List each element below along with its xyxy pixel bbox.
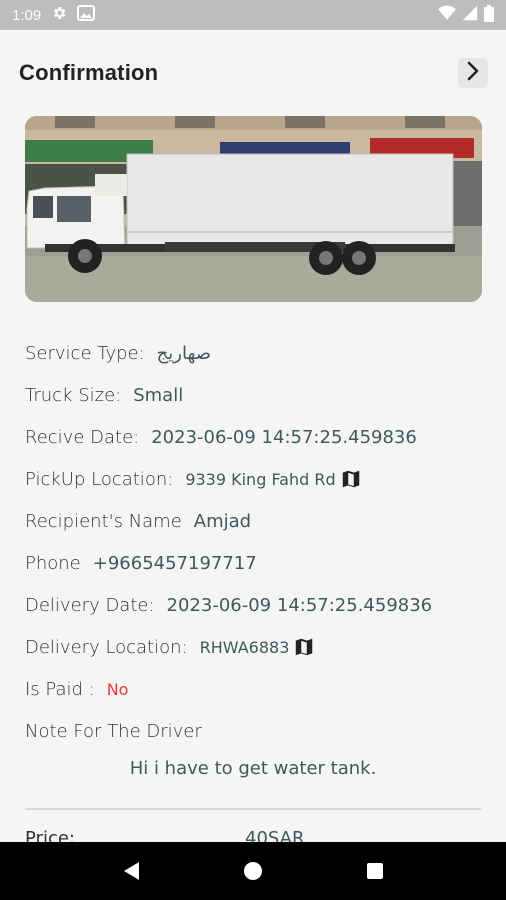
phone-value: +9665457197717 [92, 552, 257, 574]
service-type-value: صهاريج [156, 342, 212, 364]
pickup-location-row: PickUp Location: 9339 King Fahd Rd [25, 458, 481, 500]
recents-button[interactable] [355, 851, 395, 891]
is-paid-label: Is Paid : [25, 678, 95, 700]
service-type-row: Service Type: صهاريج [25, 332, 481, 374]
delivery-date-row: Delivery Date: 2023-06-09 14:57:25.45983… [25, 584, 481, 626]
phone-row: Phone +9665457197717 [25, 542, 481, 584]
delivery-date-value: 2023-06-09 14:57:25.459836 [166, 594, 433, 616]
receive-date-value: 2023-06-09 14:57:25.459836 [151, 426, 417, 448]
price-value: 40SAR [245, 828, 305, 842]
status-bar: 1:09 [0, 0, 506, 30]
divider [25, 808, 481, 810]
truck-size-value: Small [133, 384, 184, 406]
order-details: Service Type: صهاريج Truck Size: Small R… [25, 332, 481, 780]
page-title: Confirmation [19, 60, 159, 85]
status-time: 1:09 [12, 6, 42, 24]
delivery-location-row: Delivery Location: RHWA6883 [25, 626, 481, 668]
truck-image [25, 116, 482, 302]
home-button[interactable] [233, 851, 273, 891]
gallery-icon [77, 5, 96, 25]
recipient-name-label: Recipient's Name [25, 510, 182, 532]
back-icon [124, 862, 139, 880]
settings-icon [51, 5, 67, 25]
delivery-location-value: RHWA6883 [199, 637, 290, 657]
system-nav-bar [0, 842, 506, 900]
battery-icon [484, 4, 494, 26]
recipient-name-row: Recipient's Name Amjad [25, 500, 481, 542]
driver-note: Hi i have to get water tank. [129, 758, 377, 779]
pickup-location-label: PickUp Location: [25, 468, 174, 490]
wifi-icon [438, 5, 456, 25]
map-icon[interactable] [340, 468, 362, 490]
home-icon [244, 862, 262, 880]
delivery-date-label: Delivery Date: [25, 594, 155, 616]
phone-label: Phone [25, 552, 81, 574]
is-paid-value: No [106, 679, 129, 699]
chevron-right-icon [465, 61, 481, 86]
confirmation-page: Confirmation Service Type: صهاريج Truck … [0, 30, 506, 842]
delivery-location-label: Delivery Location: [25, 636, 188, 658]
receive-date-label: Recive Date: [25, 426, 140, 448]
back-button[interactable] [111, 851, 151, 891]
is-paid-row: Is Paid : No [25, 668, 481, 710]
truck-size-row: Truck Size: Small [25, 374, 481, 416]
price-label: Price: [25, 828, 75, 842]
receive-date-row: Recive Date: 2023-06-09 14:57:25.459836 [25, 416, 481, 458]
truck-size-label: Truck Size: [25, 384, 122, 406]
note-row: Note For The Driver [25, 710, 481, 752]
recipient-name-value: Amjad [193, 510, 252, 532]
recents-icon [367, 863, 383, 879]
service-type-label: Service Type: [25, 342, 145, 364]
next-button[interactable] [458, 58, 488, 88]
header: Confirmation [19, 57, 488, 89]
map-icon[interactable] [293, 636, 315, 658]
signal-icon [462, 5, 478, 25]
pickup-location-value: 9339 King Fahd Rd [185, 469, 336, 489]
note-label: Note For The Driver [25, 720, 202, 742]
